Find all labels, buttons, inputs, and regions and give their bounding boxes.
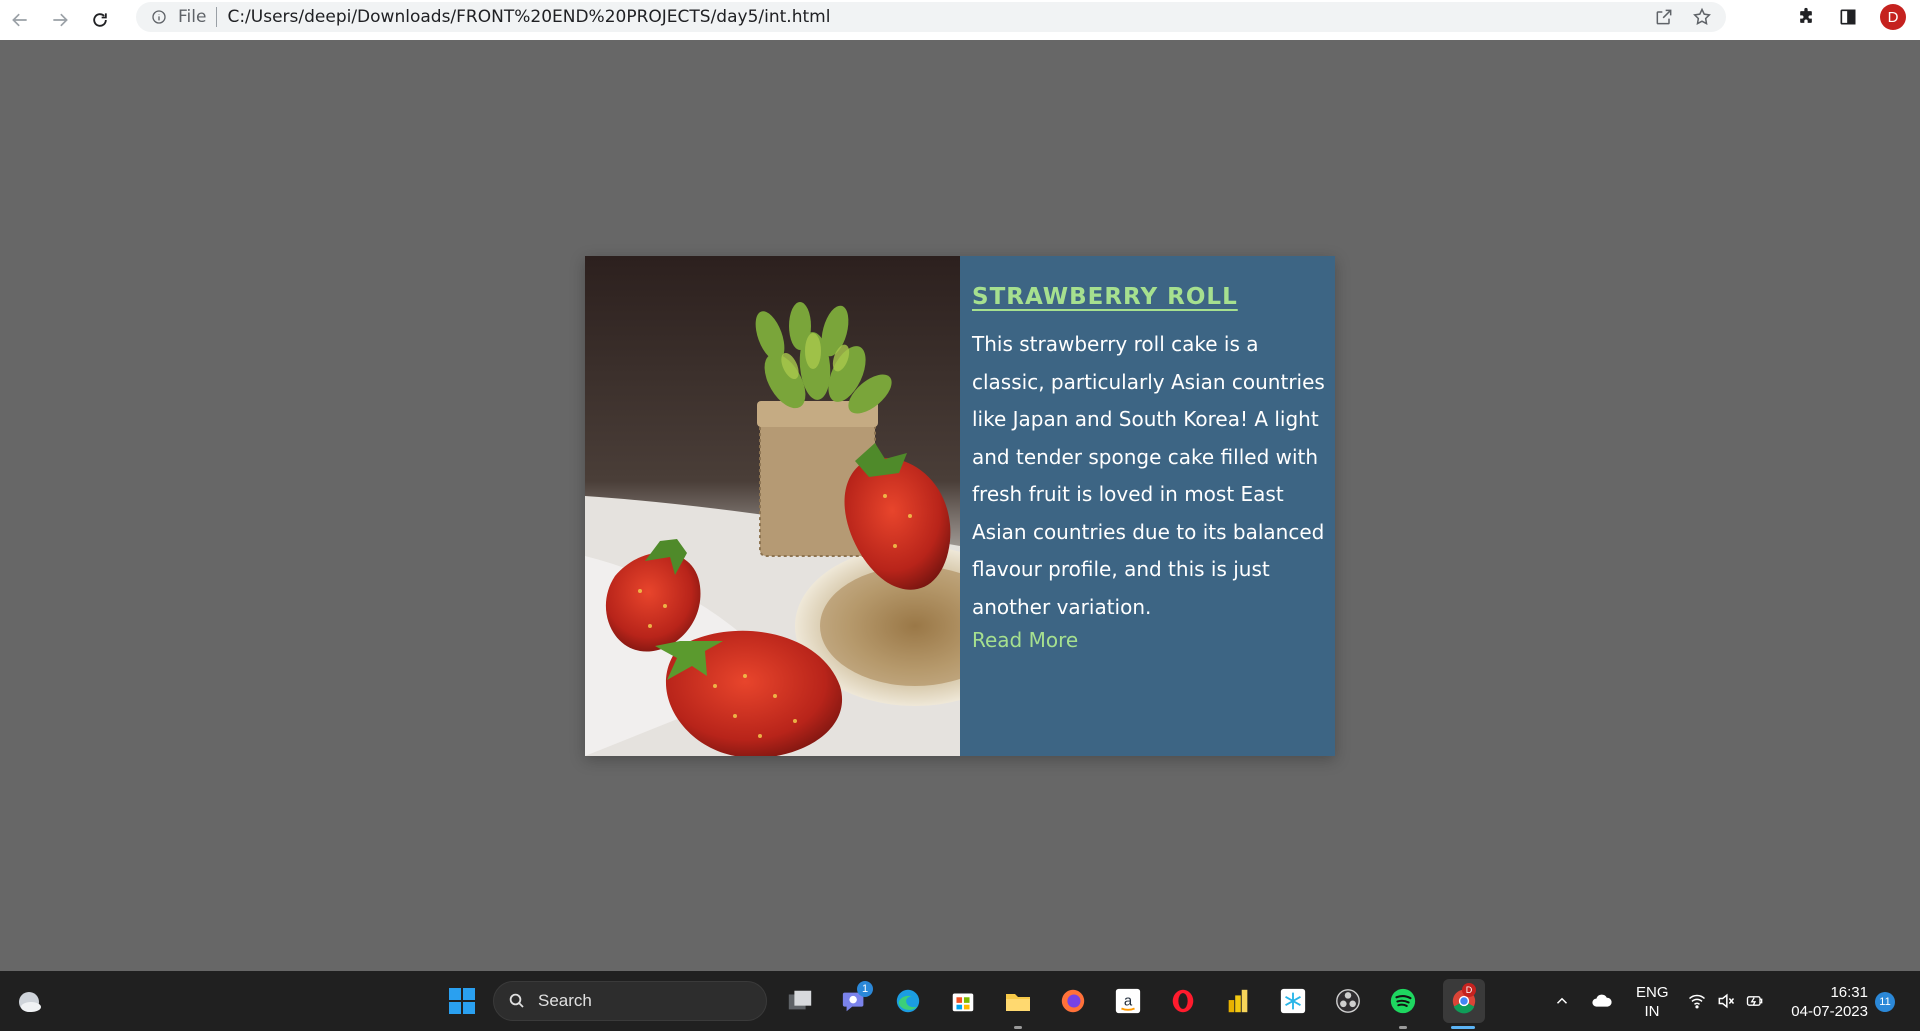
card-description: This strawberry roll cake is a classic, …: [972, 332, 1325, 619]
system-clock[interactable]: 16:31 04-07-2023: [1788, 983, 1868, 1021]
read-more-link[interactable]: Read More: [972, 628, 1078, 652]
obs-icon[interactable]: [1333, 986, 1363, 1016]
microsoft-store-icon[interactable]: [948, 986, 978, 1016]
onedrive-cloud-icon[interactable]: [1587, 986, 1617, 1016]
snowflake-app-icon[interactable]: [1278, 986, 1308, 1016]
omnibox-actions: [1654, 2, 1712, 32]
omnibox-divider: [216, 7, 218, 27]
svg-text:a: a: [1124, 993, 1133, 1010]
chrome-profile-badge: D: [1462, 983, 1476, 997]
file-explorer-icon[interactable]: [1003, 986, 1033, 1016]
explorer-running-indicator: [1014, 1026, 1022, 1029]
bookmark-star-icon[interactable]: [1692, 7, 1712, 27]
speaker-muted-icon[interactable]: [1711, 986, 1741, 1016]
edge-browser-icon[interactable]: [893, 986, 923, 1016]
chevron-up-icon[interactable]: [1547, 986, 1577, 1016]
teams-badge: 1: [857, 981, 873, 997]
clock-date: 04-07-2023: [1791, 1003, 1868, 1020]
url-text[interactable]: C:/Users/deepi/Downloads/FRONT%20END%20P…: [227, 7, 830, 27]
amazon-icon[interactable]: a: [1113, 986, 1143, 1016]
recipe-card: STRAWBERRY ROLL This strawberry roll cak…: [585, 256, 1335, 756]
search-icon: [509, 993, 524, 1008]
reload-button[interactable]: [80, 0, 120, 40]
task-view-icon[interactable]: [785, 986, 815, 1016]
wifi-icon[interactable]: [1682, 986, 1712, 1016]
weather-icon[interactable]: [14, 986, 44, 1016]
info-icon[interactable]: [150, 8, 168, 26]
firefox-icon[interactable]: [1058, 986, 1088, 1016]
card-content-panel: STRAWBERRY ROLL This strawberry roll cak…: [960, 256, 1335, 756]
reload-icon: [93, 13, 107, 27]
taskbar-search[interactable]: Search: [493, 981, 767, 1021]
language-code: ENG: [1636, 984, 1669, 1001]
address-bar[interactable]: File C:/Users/deepi/Downloads/FRONT%20EN…: [136, 2, 1726, 32]
language-indicator[interactable]: ENG IN: [1636, 983, 1669, 1021]
strawberry-photo: [585, 256, 960, 756]
card-title: STRAWBERRY ROLL: [972, 284, 1238, 310]
browser-toolbar: File C:/Users/deepi/Downloads/FRONT%20EN…: [0, 0, 1920, 40]
battery-charging-icon[interactable]: [1740, 986, 1770, 1016]
back-button[interactable]: [0, 0, 40, 40]
scheme-label: File: [178, 7, 207, 27]
clock-time: 16:31: [1830, 984, 1868, 1001]
power-bi-icon[interactable]: [1223, 986, 1253, 1016]
arrow-left-icon: [12, 13, 27, 27]
notification-badge[interactable]: 11: [1875, 992, 1895, 1012]
region-code: IN: [1644, 1003, 1660, 1020]
spotify-running-indicator: [1399, 1026, 1407, 1029]
arrow-right-icon: [53, 13, 68, 27]
extensions-puzzle-icon[interactable]: [1796, 7, 1816, 27]
search-label: Search: [538, 991, 592, 1010]
share-icon[interactable]: [1654, 7, 1674, 27]
windows-start-icon[interactable]: [447, 986, 477, 1016]
strawberry-illustration: [585, 256, 960, 756]
forward-button[interactable]: [40, 0, 80, 40]
profile-avatar[interactable]: D: [1880, 4, 1906, 30]
spotify-icon[interactable]: [1388, 986, 1418, 1016]
opera-icon[interactable]: [1168, 986, 1198, 1016]
browser-right-actions: D: [1796, 0, 1906, 34]
windows-taskbar: Search 1 a D ENG IN 16:31 04-07-2023 11: [0, 971, 1920, 1031]
chrome-active-indicator: [1451, 1026, 1475, 1029]
side-panel-icon[interactable]: [1838, 7, 1858, 27]
